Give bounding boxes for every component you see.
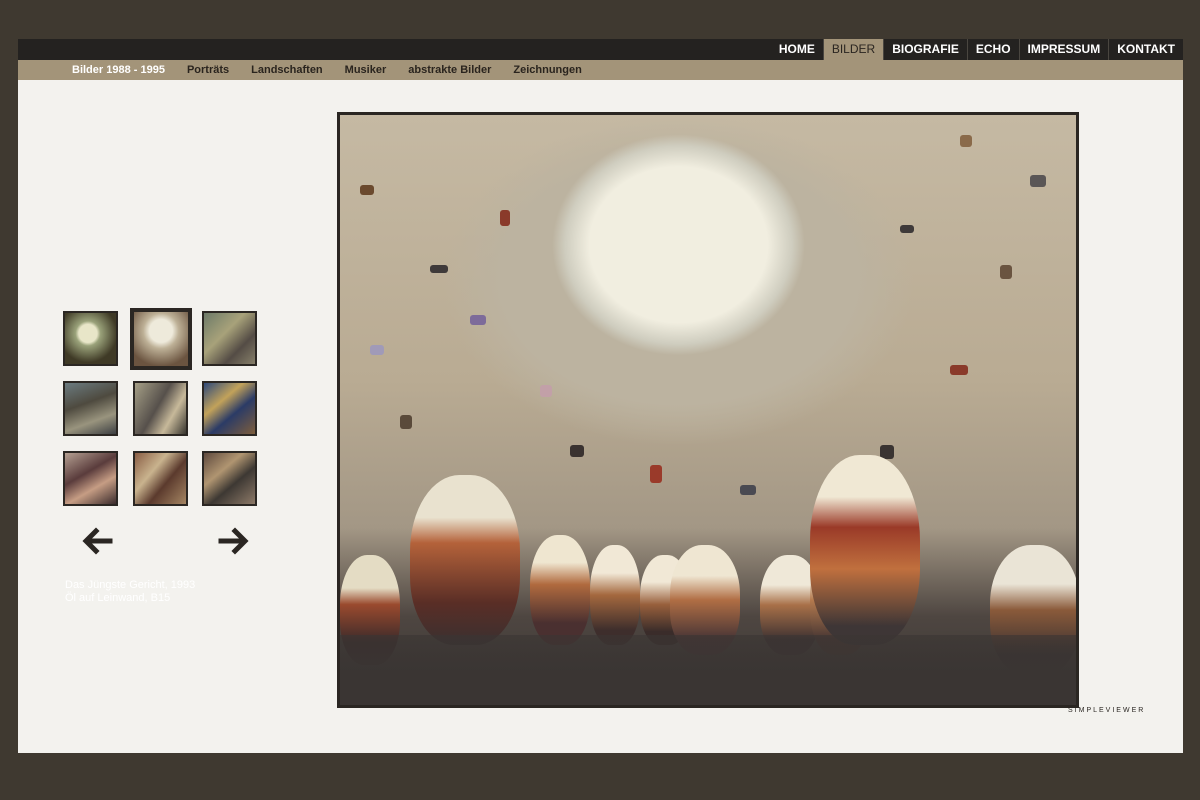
thumbnail[interactable]	[63, 451, 118, 506]
nav-biografie[interactable]: BIOGRAFIE	[883, 39, 967, 60]
thumbnail[interactable]	[63, 311, 118, 366]
thumbnail[interactable]	[202, 451, 257, 506]
subnav-abstrakte-bilder[interactable]: abstrakte Bilder	[408, 60, 491, 80]
thumbnail[interactable]	[133, 451, 188, 506]
arrow-left-icon	[82, 527, 113, 555]
main-painting-image[interactable]	[340, 115, 1076, 705]
nav-kontakt[interactable]: KONTAKT	[1108, 39, 1183, 60]
sub-nav: Bilder 1988 - 1995 Porträts Landschaften…	[72, 60, 604, 80]
main-nav: HOME BILDER BIOGRAFIE ECHO IMPRESSUM KON…	[771, 39, 1183, 60]
viewer-watermark[interactable]: SIMPLEVIEWER	[1068, 707, 1145, 714]
subnav-landschaften[interactable]: Landschaften	[251, 60, 323, 80]
main-image-frame	[337, 112, 1079, 708]
thumbnail[interactable]	[202, 311, 257, 366]
thumbnail-selected[interactable]	[130, 308, 192, 370]
nav-home[interactable]: HOME	[771, 39, 823, 60]
image-caption: Das Jüngste Gericht, 1993 Öl auf Leinwan…	[65, 579, 195, 605]
page-frame: HOME BILDER BIOGRAFIE ECHO IMPRESSUM KON…	[18, 39, 1183, 753]
caption-medium: Öl auf Leinwand, B15	[65, 592, 171, 604]
next-button[interactable]	[217, 526, 251, 556]
nav-impressum[interactable]: IMPRESSUM	[1018, 39, 1109, 60]
caption-title: Das Jüngste Gericht, 1993	[65, 579, 196, 591]
subnav-portraets[interactable]: Porträts	[187, 60, 229, 80]
subnav-musiker[interactable]: Musiker	[345, 60, 387, 80]
nav-echo[interactable]: ECHO	[966, 39, 1019, 60]
sub-nav-bar: Bilder 1988 - 1995 Porträts Landschaften…	[18, 60, 1183, 80]
subnav-zeichnungen[interactable]: Zeichnungen	[513, 60, 581, 80]
previous-button[interactable]	[80, 526, 114, 556]
thumbnail[interactable]	[202, 381, 257, 436]
nav-bilder[interactable]: BILDER	[822, 39, 884, 60]
thumbnail[interactable]	[63, 381, 118, 436]
arrow-right-icon	[218, 527, 249, 555]
thumbnail[interactable]	[133, 381, 188, 436]
main-nav-bar: HOME BILDER BIOGRAFIE ECHO IMPRESSUM KON…	[18, 39, 1183, 60]
subnav-bilder-1988-1995[interactable]: Bilder 1988 - 1995	[72, 60, 165, 80]
